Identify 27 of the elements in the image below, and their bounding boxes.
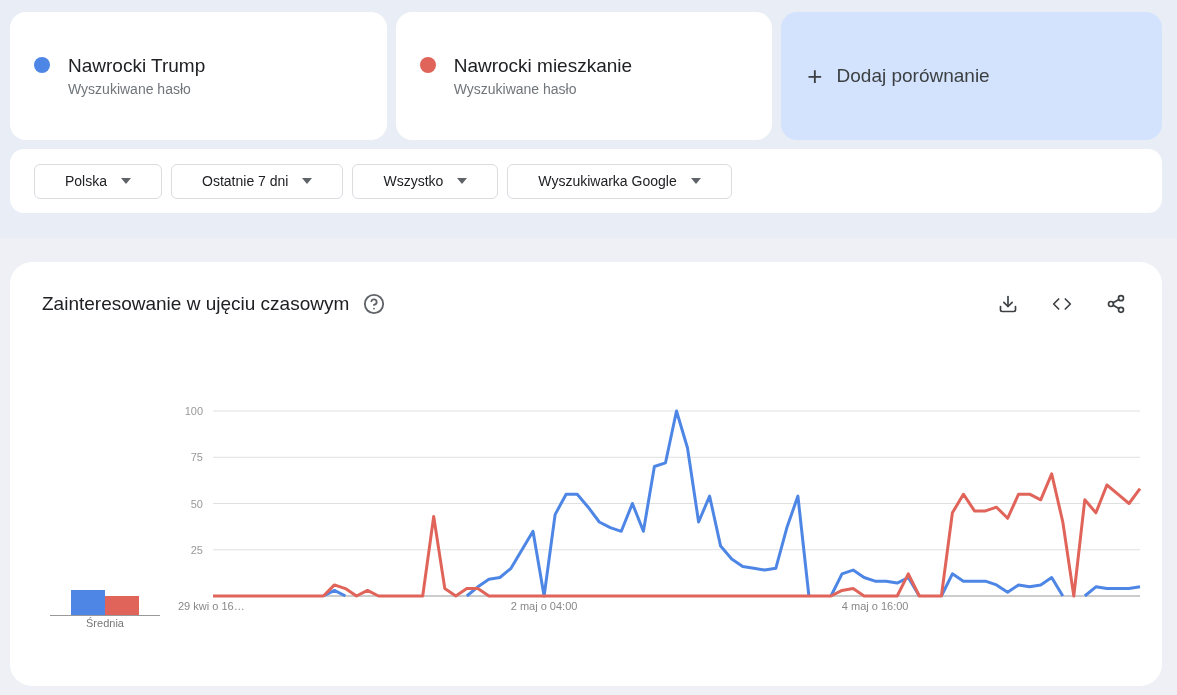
term-name: Nawrocki mieszkanie bbox=[453, 55, 633, 77]
chart-title: Zainteresowanie w ujęciu czasowym bbox=[42, 293, 350, 315]
search-term-card[interactable]: Nawrocki Trump Wyszukiwane hasło bbox=[10, 12, 387, 140]
average-bar bbox=[71, 590, 105, 615]
search-term-card[interactable]: Nawrocki mieszkanie Wyszukiwane hasło bbox=[395, 12, 773, 140]
filter-dropdown[interactable]: Polska bbox=[34, 163, 163, 199]
y-tick-label: 75 bbox=[190, 451, 203, 464]
filter-dropdown[interactable]: Wyszukiwarka Google bbox=[507, 163, 732, 199]
average-bar bbox=[105, 596, 139, 615]
caret-icon bbox=[690, 178, 701, 184]
filter-dropdown[interactable]: Wszystko bbox=[352, 163, 499, 199]
x-tick-label: 2 maj o 04:00 bbox=[510, 600, 578, 612]
average-label: Średnia bbox=[86, 617, 124, 630]
caret-icon bbox=[121, 178, 132, 184]
caret-icon bbox=[302, 178, 313, 184]
term-subtitle: Wyszukiwane hasło bbox=[68, 81, 192, 97]
y-tick-label: 50 bbox=[190, 497, 203, 510]
x-tick-label: 29 kwi o 16… bbox=[178, 600, 245, 612]
filter-dropdown[interactable]: Ostatnie 7 dni bbox=[171, 163, 344, 199]
help-icon[interactable] bbox=[363, 293, 386, 315]
add-comparison-button[interactable]: + Dodaj porównanie bbox=[781, 12, 1162, 140]
y-tick-label: 25 bbox=[190, 543, 203, 556]
y-tick-label: 100 bbox=[184, 405, 203, 417]
caret-icon bbox=[457, 178, 468, 184]
x-tick-label: 4 maj o 16:00 bbox=[841, 600, 909, 612]
term-name: Nawrocki Trump bbox=[68, 55, 206, 77]
term-subtitle: Wyszukiwane hasło bbox=[453, 81, 578, 97]
